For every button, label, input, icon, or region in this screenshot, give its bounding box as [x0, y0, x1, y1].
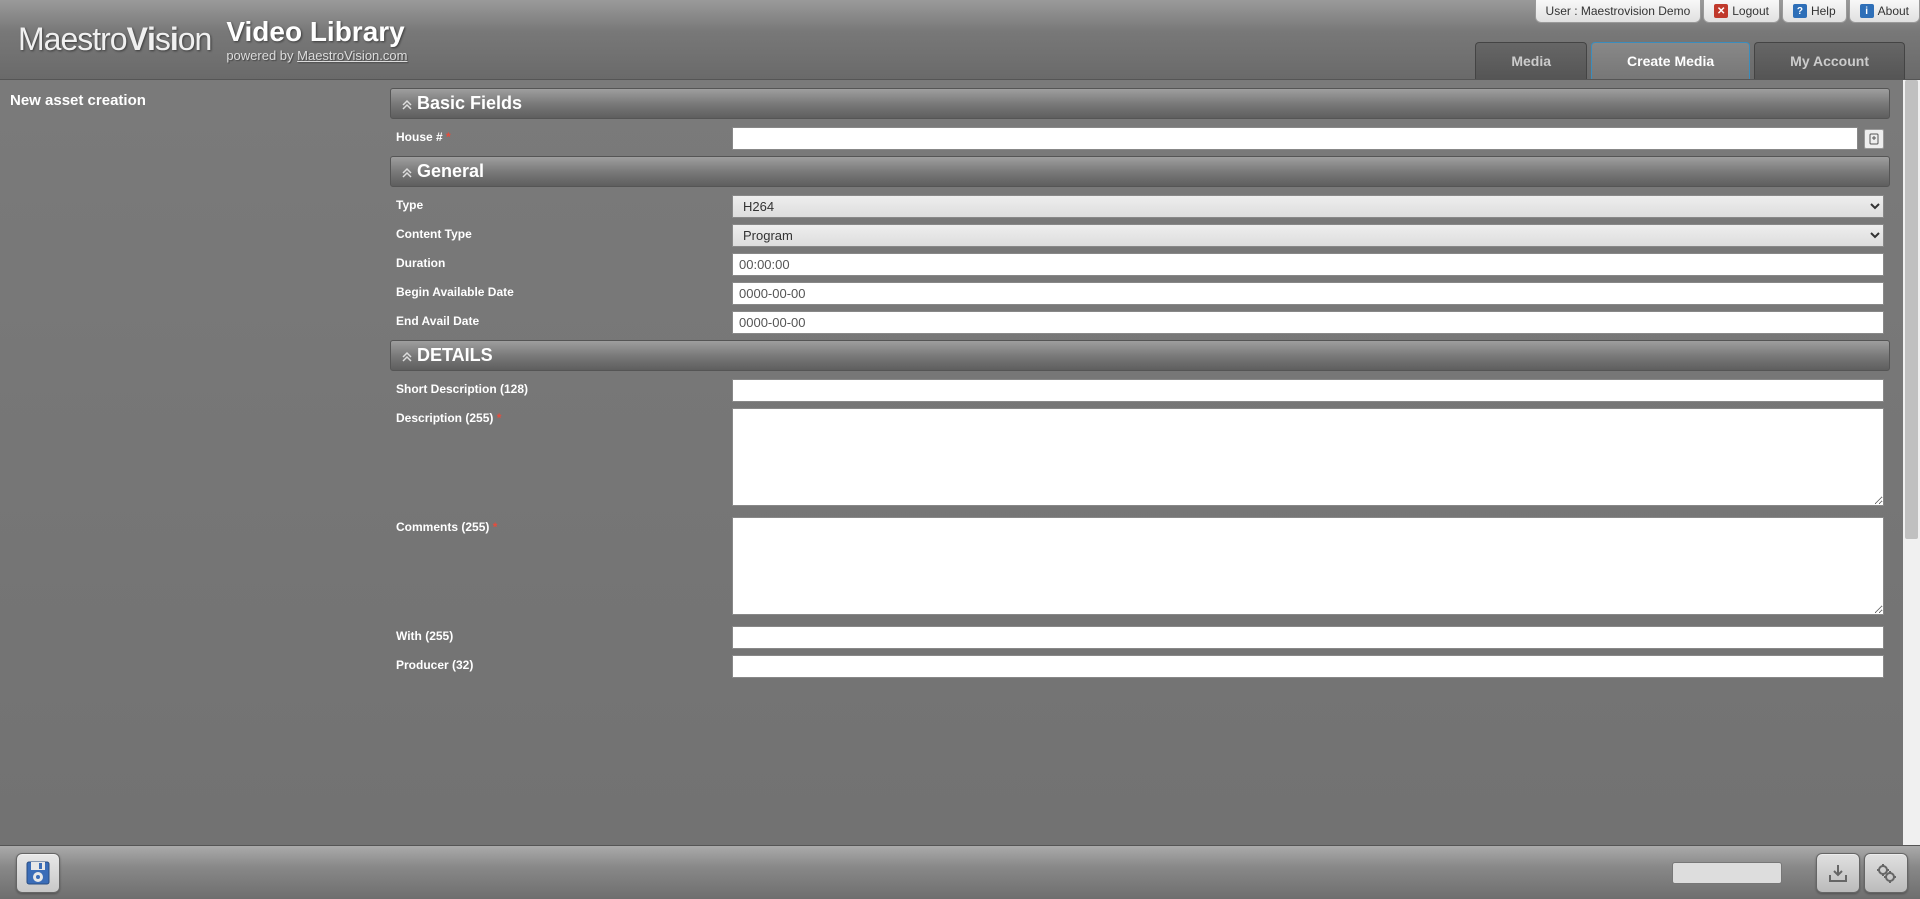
end-date-label: End Avail Date — [396, 311, 732, 328]
section-title: General — [417, 161, 484, 182]
section-title: Basic Fields — [417, 93, 522, 114]
app-subtitle: powered by MaestroVision.com — [226, 48, 407, 63]
footer-action-1[interactable] — [1816, 853, 1860, 893]
section-details[interactable]: DETAILS — [390, 340, 1890, 371]
section-basic-fields[interactable]: Basic Fields — [390, 88, 1890, 119]
user-label: User : Maestrovision Demo — [1535, 0, 1702, 23]
with-input[interactable] — [732, 626, 1884, 649]
scrollbar-thumb[interactable] — [1905, 80, 1918, 539]
comments-textarea[interactable] — [732, 517, 1884, 615]
help-label: Help — [1811, 4, 1836, 18]
comments-label: Comments (255) * — [396, 517, 732, 534]
house-input[interactable] — [732, 127, 1858, 150]
about-label: About — [1878, 4, 1909, 18]
with-label: With (255) — [396, 626, 732, 643]
page-title: New asset creation — [10, 92, 380, 109]
short-desc-input[interactable] — [732, 379, 1884, 402]
producer-label: Producer (32) — [396, 655, 732, 672]
user-label-text: User : Maestrovision Demo — [1546, 4, 1691, 18]
tab-create-media[interactable]: Create Media — [1591, 42, 1750, 79]
section-title: DETAILS — [417, 345, 493, 366]
content-type-select[interactable]: Program — [732, 224, 1884, 247]
help-icon: ? — [1793, 4, 1807, 18]
desc-label: Description (255) * — [396, 408, 732, 425]
info-icon: i — [1860, 4, 1874, 18]
collapse-icon — [401, 98, 413, 110]
logout-button[interactable]: ✕ Logout — [1703, 0, 1780, 23]
duration-input[interactable] — [732, 253, 1884, 276]
close-icon: ✕ — [1714, 4, 1728, 18]
tab-media[interactable]: Media — [1475, 42, 1587, 79]
about-button[interactable]: i About — [1849, 0, 1920, 23]
type-select[interactable]: H264 — [732, 195, 1884, 218]
house-lookup-button[interactable] — [1864, 129, 1884, 149]
save-button[interactable] — [16, 853, 60, 893]
short-desc-label: Short Description (128) — [396, 379, 732, 396]
form-area: Basic Fields House # * General — [390, 80, 1920, 845]
footer-action-2[interactable] — [1864, 853, 1908, 893]
section-general[interactable]: General — [390, 156, 1890, 187]
duration-label: Duration — [396, 253, 732, 270]
tab-my-account[interactable]: My Account — [1754, 42, 1905, 79]
download-tray-icon — [1826, 861, 1850, 885]
scrollbar[interactable] — [1903, 80, 1920, 845]
lookup-icon — [1868, 133, 1880, 145]
sidebar: New asset creation — [0, 80, 390, 845]
desc-textarea[interactable] — [732, 408, 1884, 506]
gears-icon — [1874, 861, 1898, 885]
collapse-icon — [401, 350, 413, 362]
footer-search-input[interactable] — [1672, 862, 1782, 884]
footer-toolbar — [0, 845, 1920, 899]
begin-date-input[interactable] — [732, 282, 1884, 305]
end-date-input[interactable] — [732, 311, 1884, 334]
collapse-icon — [401, 166, 413, 178]
begin-date-label: Begin Available Date — [396, 282, 732, 299]
subtitle-prefix: powered by — [226, 48, 297, 63]
producer-input[interactable] — [732, 655, 1884, 678]
subtitle-link[interactable]: MaestroVision.com — [297, 48, 407, 63]
help-button[interactable]: ? Help — [1782, 0, 1847, 23]
logout-label: Logout — [1732, 4, 1769, 18]
content-type-label: Content Type — [396, 224, 732, 241]
floppy-disk-icon — [24, 859, 52, 887]
logo: MaestroVision — [18, 21, 211, 58]
type-label: Type — [396, 195, 732, 212]
house-label: House # * — [396, 127, 732, 144]
app-title: Video Library — [226, 16, 407, 48]
